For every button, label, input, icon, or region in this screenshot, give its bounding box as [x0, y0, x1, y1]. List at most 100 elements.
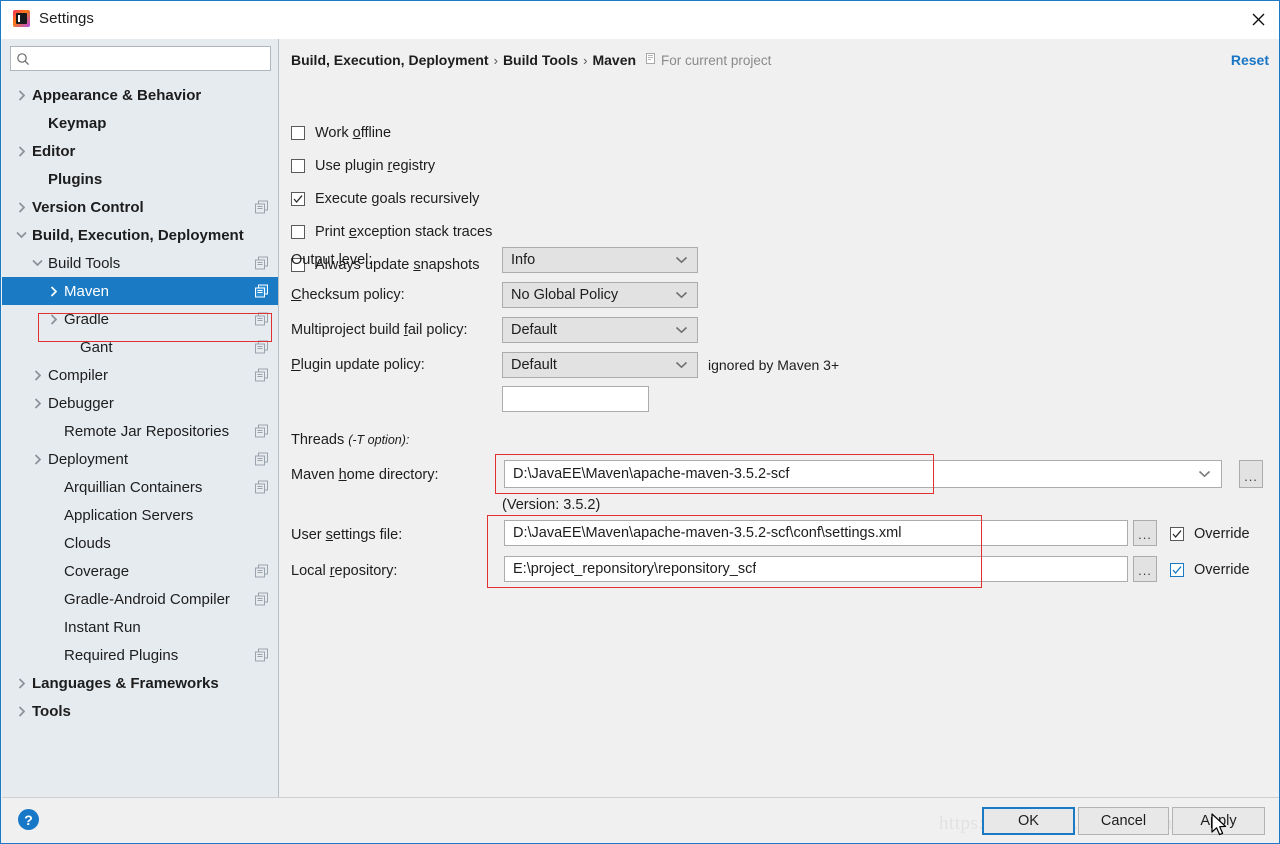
maven-home-label: Maven home directory: — [291, 467, 439, 483]
sidebar-item-languages-frameworks[interactable]: Languages & Frameworks — [2, 669, 278, 697]
reset-link[interactable]: Reset — [1231, 52, 1269, 68]
sidebar-item-appearance-behavior[interactable]: Appearance & Behavior — [2, 81, 278, 109]
chevron-down-icon[interactable] — [675, 256, 688, 264]
local-repo-browse-button[interactable]: ... — [1133, 556, 1157, 582]
select-plugin-update-policy[interactable]: Default — [502, 352, 698, 378]
local-repo-override-row[interactable]: Override — [1170, 562, 1250, 578]
select-checksum-policy[interactable]: No Global Policy — [502, 282, 698, 308]
maven-home-mnemonic: h — [338, 467, 347, 483]
select-multiproject-build-fail-policy[interactable]: Default — [502, 317, 698, 343]
chevron-right-icon[interactable] — [16, 145, 27, 157]
user-settings-override-checkbox[interactable] — [1170, 527, 1184, 541]
threads-label-option: (-T option): — [348, 433, 410, 447]
checkbox-print-exception-stack-traces[interactable] — [291, 225, 305, 239]
sidebar-item-deployment[interactable]: Deployment — [2, 445, 278, 473]
local-repo-override-checkbox[interactable] — [1170, 563, 1184, 577]
label-post: hecksum policy: — [301, 287, 405, 303]
sidebar-item-gant[interactable]: Gant — [2, 333, 278, 361]
sidebar-item-label: Build, Execution, Deployment — [32, 226, 244, 244]
breadcrumb-item-1[interactable]: Build Tools — [503, 52, 578, 68]
ok-button[interactable]: OK — [982, 807, 1075, 835]
local-repo-value: E:\project_reponsitory\reponsitory_scf — [513, 561, 757, 577]
sidebar-item-debugger[interactable]: Debugger — [2, 389, 278, 417]
user-settings-value: D:\JavaEE\Maven\apache-maven-3.5.2-scf\c… — [513, 525, 902, 541]
label-multiproject-build-fail-policy: Multiproject build fail policy: — [291, 322, 468, 338]
sidebar-item-remote-jar-repositories[interactable]: Remote Jar Repositories — [2, 417, 278, 445]
title-bar: Settings — [1, 1, 1279, 39]
chevron-right-icon[interactable] — [16, 201, 27, 213]
checkbox-label-pre: Execute — [315, 191, 372, 207]
project-scope-icon — [646, 52, 657, 68]
checkbox-row-use-plugin-registry[interactable]: Use plugin registry — [291, 158, 435, 174]
sidebar-item-arquillian-containers[interactable]: Arquillian Containers — [2, 473, 278, 501]
chevron-right-icon[interactable] — [16, 705, 27, 717]
breadcrumb-item-2[interactable]: Maven — [592, 52, 636, 68]
sidebar-item-build-tools[interactable]: Build Tools — [2, 249, 278, 277]
sidebar-item-label: Tools — [32, 702, 71, 720]
checkbox-label-pre: Use plugin — [315, 158, 388, 174]
breadcrumb-item-0[interactable]: Build, Execution, Deployment — [291, 52, 489, 68]
local-repo-label-pre: Local — [291, 563, 330, 579]
search-box[interactable] — [10, 46, 271, 71]
settings-tree: Appearance & Behavior Keymap Editor Plugins… — [2, 81, 278, 725]
chevron-down-icon[interactable] — [1198, 470, 1211, 478]
chevron-right-icon[interactable] — [48, 313, 59, 325]
user-settings-browse-button[interactable]: ... — [1133, 520, 1157, 546]
breadcrumb-separator: › — [493, 52, 498, 68]
sidebar-item-keymap[interactable]: Keymap — [2, 109, 278, 137]
maven-home-browse-button[interactable]: ... — [1239, 460, 1263, 488]
chevron-right-icon[interactable] — [32, 397, 43, 409]
chevron-right-icon[interactable] — [32, 453, 43, 465]
apply-button[interactable]: Apply — [1172, 807, 1265, 835]
sidebar-item-plugins[interactable]: Plugins — [2, 165, 278, 193]
label-pre: Multiproject build — [291, 322, 404, 338]
user-settings-input[interactable]: D:\JavaEE\Maven\apache-maven-3.5.2-scf\c… — [504, 520, 1128, 546]
checkbox-row-execute-goals-recursively[interactable]: Execute goals recursively — [291, 191, 479, 207]
sidebar-item-gradle-android-compiler[interactable]: Gradle-Android Compiler — [2, 585, 278, 613]
checkbox-label-mnemonic: g — [371, 191, 380, 207]
maven-version-note: (Version: 3.5.2) — [502, 497, 601, 513]
sidebar-item-label: Application Servers — [64, 506, 194, 524]
sidebar-item-version-control[interactable]: Version Control — [2, 193, 278, 221]
chevron-down-icon[interactable] — [32, 259, 43, 267]
sidebar-item-maven[interactable]: Maven — [2, 277, 278, 305]
chevron-down-icon[interactable] — [16, 231, 27, 239]
user-settings-override-row[interactable]: Override — [1170, 526, 1250, 542]
sidebar-item-compiler[interactable]: Compiler — [2, 361, 278, 389]
chevron-down-icon[interactable] — [675, 291, 688, 299]
help-icon[interactable]: ? — [18, 809, 39, 830]
checkbox-label-post: oals recursively — [379, 191, 480, 207]
sidebar-item-label: Deployment — [48, 450, 129, 468]
chevron-down-icon[interactable] — [675, 361, 688, 369]
cancel-button[interactable]: Cancel — [1078, 807, 1169, 835]
sidebar-item-required-plugins[interactable]: Required Plugins — [2, 641, 278, 669]
checkbox-execute-goals-recursively[interactable] — [291, 192, 305, 206]
sidebar-item-clouds[interactable]: Clouds — [2, 529, 278, 557]
sidebar-item-coverage[interactable]: Coverage — [2, 557, 278, 585]
sidebar-item-instant-run[interactable]: Instant Run — [2, 613, 278, 641]
chevron-right-icon[interactable] — [48, 285, 59, 297]
sidebar-item-gradle[interactable]: Gradle — [2, 305, 278, 333]
select-value: No Global Policy — [511, 287, 619, 303]
threads-input[interactable] — [502, 386, 649, 412]
sidebar-item-build-execution-deployment[interactable]: Build, Execution, Deployment — [2, 221, 278, 249]
chevron-right-icon[interactable] — [16, 677, 27, 689]
close-icon[interactable] — [1235, 1, 1279, 38]
maven-home-combo[interactable]: D:\JavaEE\Maven\apache-maven-3.5.2-scf — [504, 460, 1222, 488]
checkbox-row-work-offline[interactable]: Work offline — [291, 125, 391, 141]
sidebar-item-editor[interactable]: Editor — [2, 137, 278, 165]
checkbox-work-offline[interactable] — [291, 126, 305, 140]
sidebar-item-application-servers[interactable]: Application Servers — [2, 501, 278, 529]
local-repo-input[interactable]: E:\project_reponsitory\reponsitory_scf — [504, 556, 1128, 582]
sidebar-item-label: Coverage — [64, 562, 130, 580]
sidebar-item-label: Gradle — [64, 310, 110, 328]
select-output-level[interactable]: Info — [502, 247, 698, 273]
chevron-down-icon[interactable] — [675, 326, 688, 334]
project-scope-icon — [255, 564, 268, 578]
chevron-right-icon[interactable] — [32, 369, 43, 381]
checkbox-row-print-exception-stack-traces[interactable]: Print exception stack traces — [291, 224, 492, 240]
sidebar-item-tools[interactable]: Tools — [2, 697, 278, 725]
checkbox-use-plugin-registry[interactable] — [291, 159, 305, 173]
search-input[interactable] — [34, 51, 254, 66]
chevron-right-icon[interactable] — [16, 89, 27, 101]
